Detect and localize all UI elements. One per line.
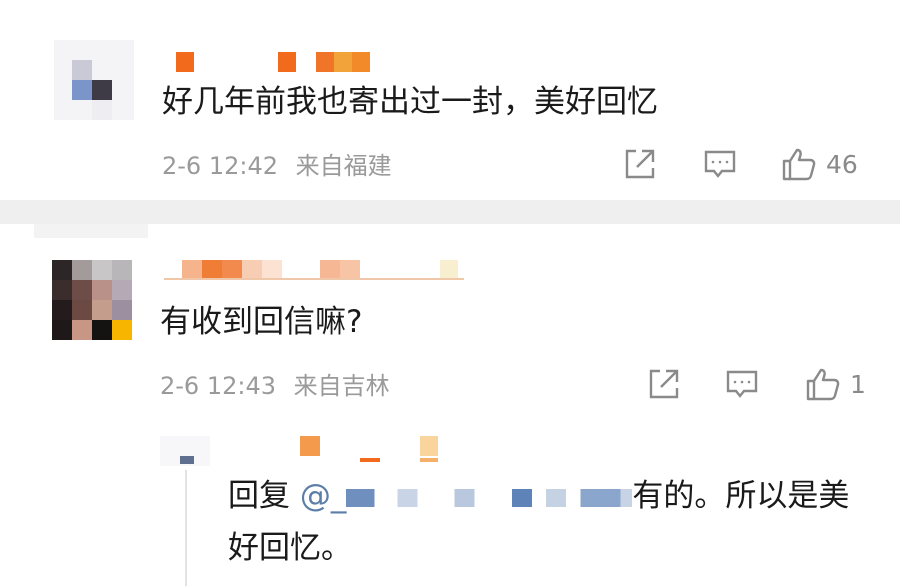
- comment-icon: [704, 150, 736, 178]
- section-divider: [0, 200, 900, 224]
- reply-button[interactable]: [724, 364, 760, 404]
- reply-button[interactable]: [702, 144, 738, 184]
- avatar[interactable]: [52, 260, 132, 340]
- comment-meta: 2-6 12:43 来自吉林: [160, 366, 390, 401]
- section-divider-tab: [34, 224, 148, 238]
- comment-actions: 1: [644, 364, 884, 404]
- like-button[interactable]: 46: [780, 144, 858, 184]
- share-icon: [625, 149, 655, 179]
- avatar[interactable]: [54, 40, 134, 120]
- comment-actions: 46: [620, 144, 880, 184]
- reply-text-line2: 好回忆。: [228, 530, 352, 566]
- comment-date: 2-6 12:42: [162, 152, 278, 180]
- like-count: 46: [826, 149, 858, 179]
- comment-location: 来自吉林: [293, 372, 390, 400]
- reply-text-line1: 有的。所以是美: [632, 478, 850, 514]
- like-icon: [806, 368, 840, 401]
- comment-meta: 2-6 12:42 来自福建: [162, 146, 392, 181]
- reply-text: 回复 @_ 有的。所以是美 好回忆。: [228, 470, 888, 574]
- comment-1: 好几年前我也寄出过一封，美好回忆 2-6 12:42 来自福建 46: [0, 0, 900, 200]
- comment-icon: [726, 370, 758, 398]
- reply-thread-line: [185, 470, 187, 586]
- comment-2: 有收到回信嘛? 2-6 12:43 来自吉林 1: [0, 238, 900, 418]
- like-icon: [782, 148, 816, 181]
- comment-text: 有收到回信嘛?: [160, 304, 363, 340]
- comment-text: 好几年前我也寄出过一封，美好回忆: [162, 84, 658, 120]
- reply-prefix: 回复: [228, 478, 290, 514]
- share-icon: [649, 369, 679, 399]
- masked-username: [346, 488, 633, 507]
- share-button[interactable]: [646, 364, 682, 404]
- like-count: 1: [850, 369, 866, 399]
- reply-mention[interactable]: @_: [300, 478, 633, 514]
- reply-username-masked[interactable]: [300, 436, 450, 462]
- like-button[interactable]: 1: [804, 364, 866, 404]
- share-button[interactable]: [622, 144, 658, 184]
- comment-date: 2-6 12:43: [160, 372, 276, 400]
- username-masked[interactable]: [164, 260, 464, 280]
- username-masked[interactable]: [176, 52, 376, 72]
- comment-location: 来自福建: [295, 152, 392, 180]
- reply-avatar[interactable]: [160, 436, 210, 466]
